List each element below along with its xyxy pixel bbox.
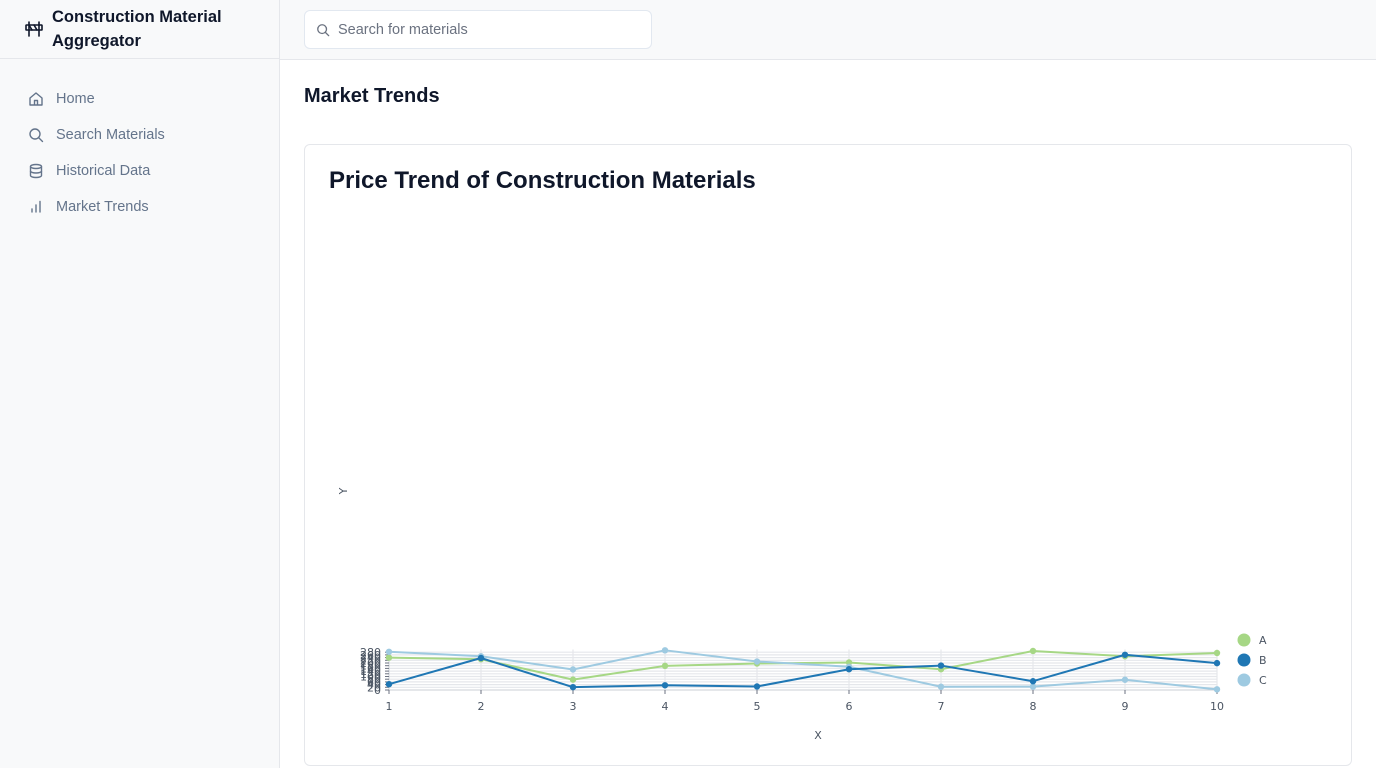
data-point-a bbox=[385, 654, 393, 661]
road-barrier-icon bbox=[24, 19, 44, 39]
search-input[interactable] bbox=[338, 21, 618, 38]
top-bar bbox=[280, 0, 1376, 60]
line-chart: 0204060801001201401601802002202402602801… bbox=[337, 487, 1267, 742]
data-point-b bbox=[477, 654, 485, 662]
y-tick-label: 280 bbox=[360, 646, 381, 659]
x-tick-label: 7 bbox=[938, 700, 945, 713]
x-tick-label: 2 bbox=[478, 700, 485, 713]
x-tick-label: 9 bbox=[1122, 700, 1129, 713]
series-line-c bbox=[388, 649, 1218, 691]
data-point-c bbox=[1213, 686, 1221, 693]
sidebar-item-market-trends[interactable]: Market Trends bbox=[0, 189, 279, 225]
data-point-a bbox=[569, 676, 577, 683]
page-title: Market Trends bbox=[304, 85, 440, 107]
sidebar-item-search-materials[interactable]: Search Materials bbox=[0, 117, 279, 153]
bar-chart-icon bbox=[28, 199, 44, 215]
data-point-b bbox=[661, 682, 669, 689]
search-icon bbox=[28, 127, 44, 143]
data-point-b bbox=[1213, 659, 1221, 667]
data-point-c bbox=[661, 647, 669, 654]
x-tick-label: 5 bbox=[754, 700, 761, 713]
app-title: Construction Material Aggregator bbox=[52, 8, 222, 50]
x-tick-label: 8 bbox=[1030, 700, 1037, 713]
data-point-a bbox=[1029, 647, 1037, 655]
data-point-b bbox=[569, 683, 577, 691]
search-box[interactable] bbox=[304, 10, 652, 49]
data-point-b bbox=[385, 680, 393, 688]
data-point-b bbox=[753, 683, 761, 690]
legend-marker-b bbox=[1237, 653, 1251, 667]
legend-marker-a bbox=[1237, 633, 1251, 647]
legend-marker-c bbox=[1237, 673, 1251, 687]
x-tick-label: 4 bbox=[662, 700, 669, 713]
data-point-c bbox=[753, 658, 761, 665]
data-point-c bbox=[937, 683, 945, 690]
data-point-c bbox=[1121, 676, 1129, 683]
sidebar-nav: Home Search Materials Historical Data Ma… bbox=[0, 59, 279, 225]
data-point-a bbox=[661, 662, 669, 670]
data-point-b bbox=[1121, 651, 1129, 658]
x-tick-label: 6 bbox=[846, 700, 853, 713]
data-point-c bbox=[569, 666, 577, 673]
brand: Construction Material Aggregator bbox=[0, 0, 279, 59]
sidebar: Construction Material Aggregator Home Se… bbox=[0, 0, 280, 768]
y-axis-label: Y bbox=[337, 487, 350, 495]
database-icon bbox=[28, 163, 44, 179]
data-point-b bbox=[845, 666, 853, 673]
data-point-b bbox=[1029, 678, 1037, 685]
legend-label-b: B bbox=[1259, 654, 1267, 667]
x-tick-label: 3 bbox=[570, 700, 577, 713]
legend-label-a: A bbox=[1259, 634, 1267, 647]
x-tick-label: 10 bbox=[1210, 700, 1224, 713]
sidebar-item-historical-data[interactable]: Historical Data bbox=[0, 153, 279, 189]
sidebar-item-home[interactable]: Home bbox=[0, 81, 279, 117]
x-axis-label: X bbox=[814, 729, 822, 742]
x-tick-label: 1 bbox=[386, 700, 393, 713]
sidebar-item-label: Historical Data bbox=[56, 163, 151, 179]
search-icon bbox=[316, 23, 330, 37]
sidebar-item-label: Market Trends bbox=[56, 199, 149, 215]
chart-card: Price Trend of Construction Materials 02… bbox=[304, 144, 1352, 766]
data-point-c bbox=[385, 648, 393, 655]
sidebar-item-label: Search Materials bbox=[56, 127, 165, 143]
data-point-a bbox=[1213, 649, 1221, 657]
legend-label-c: C bbox=[1259, 674, 1267, 687]
sidebar-item-label: Home bbox=[56, 91, 95, 107]
data-point-b bbox=[937, 662, 945, 669]
home-icon bbox=[28, 91, 44, 107]
